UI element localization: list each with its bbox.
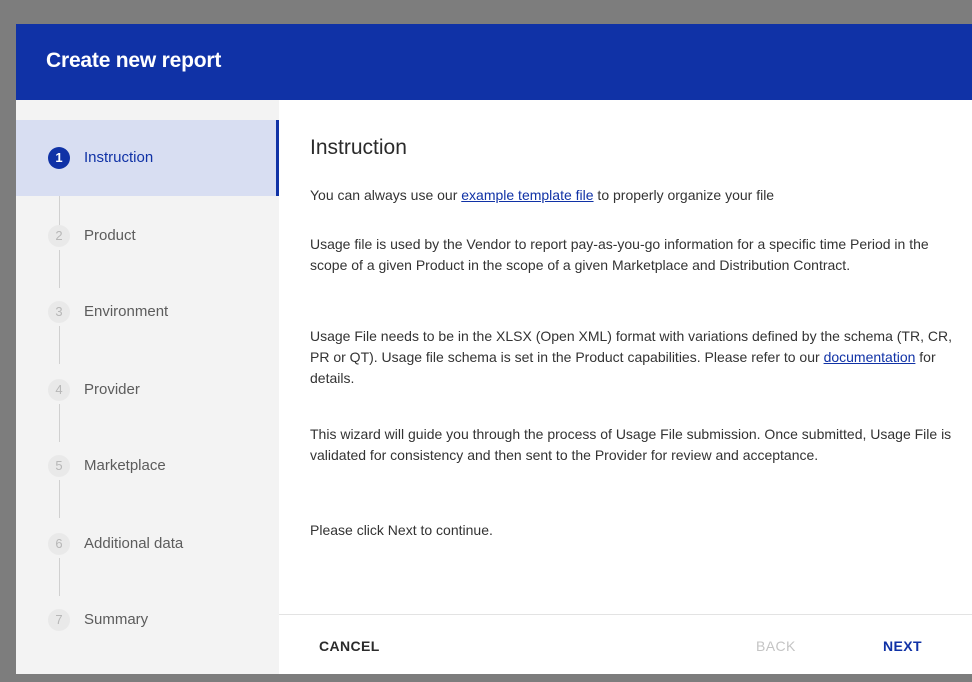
documentation-link[interactable]: documentation <box>824 349 916 365</box>
step-additional-data[interactable]: 6 Additional data <box>16 506 279 582</box>
step-number-badge: 2 <box>48 225 70 247</box>
dialog-header: Create new report <box>16 24 972 100</box>
paragraph-text: to properly organize your file <box>593 187 775 203</box>
cancel-button[interactable]: CANCEL <box>319 638 380 654</box>
steps-sidebar: 1 Instruction 2 Product 3 Environment 4 … <box>16 100 279 674</box>
step-marketplace[interactable]: 5 Marketplace <box>16 428 279 504</box>
step-label: Marketplace <box>84 457 166 474</box>
dialog-title: Create new report <box>46 49 222 72</box>
create-report-dialog: Create new report 1 Instruction 2 Produc… <box>16 24 972 674</box>
step-label: Additional data <box>84 535 184 552</box>
wizard-paragraph: This wizard will guide you through the p… <box>310 426 952 463</box>
format-paragraph: Usage File needs to be in the XLSX (Open… <box>310 326 960 389</box>
step-label: Provider <box>84 381 140 398</box>
step-label: Instruction <box>84 149 154 166</box>
step-label: Environment <box>84 303 169 320</box>
step-label: Product <box>84 227 136 244</box>
step-number-badge: 1 <box>48 147 70 169</box>
step-number-badge: 3 <box>48 301 70 323</box>
step-number-badge: 6 <box>48 533 70 555</box>
template-paragraph: You can always use our example template … <box>310 185 960 206</box>
usage-description-paragraph: Usage file is used by the Vendor to repo… <box>310 236 929 273</box>
step-instruction[interactable]: 1 Instruction <box>16 120 279 196</box>
step-number-badge: 7 <box>48 609 70 631</box>
back-button[interactable]: BACK <box>756 638 796 654</box>
paragraph-text: You can always use our <box>310 187 462 203</box>
step-number-badge: 5 <box>48 455 70 477</box>
step-product[interactable]: 2 Product <box>16 198 279 274</box>
step-label: Summary <box>84 611 149 628</box>
content-title: Instruction <box>310 136 407 159</box>
step-number-badge: 4 <box>48 379 70 401</box>
dialog-footer: CANCEL BACK NEXT <box>279 614 972 674</box>
step-summary[interactable]: 7 Summary <box>16 582 279 658</box>
example-template-link[interactable]: example template file <box>461 187 593 203</box>
instruction-content: Instruction You can always use our examp… <box>279 100 972 614</box>
next-button[interactable]: NEXT <box>883 638 922 654</box>
step-provider[interactable]: 4 Provider <box>16 352 279 428</box>
continue-paragraph: Please click Next to continue. <box>310 522 493 538</box>
step-environment[interactable]: 3 Environment <box>16 274 279 350</box>
